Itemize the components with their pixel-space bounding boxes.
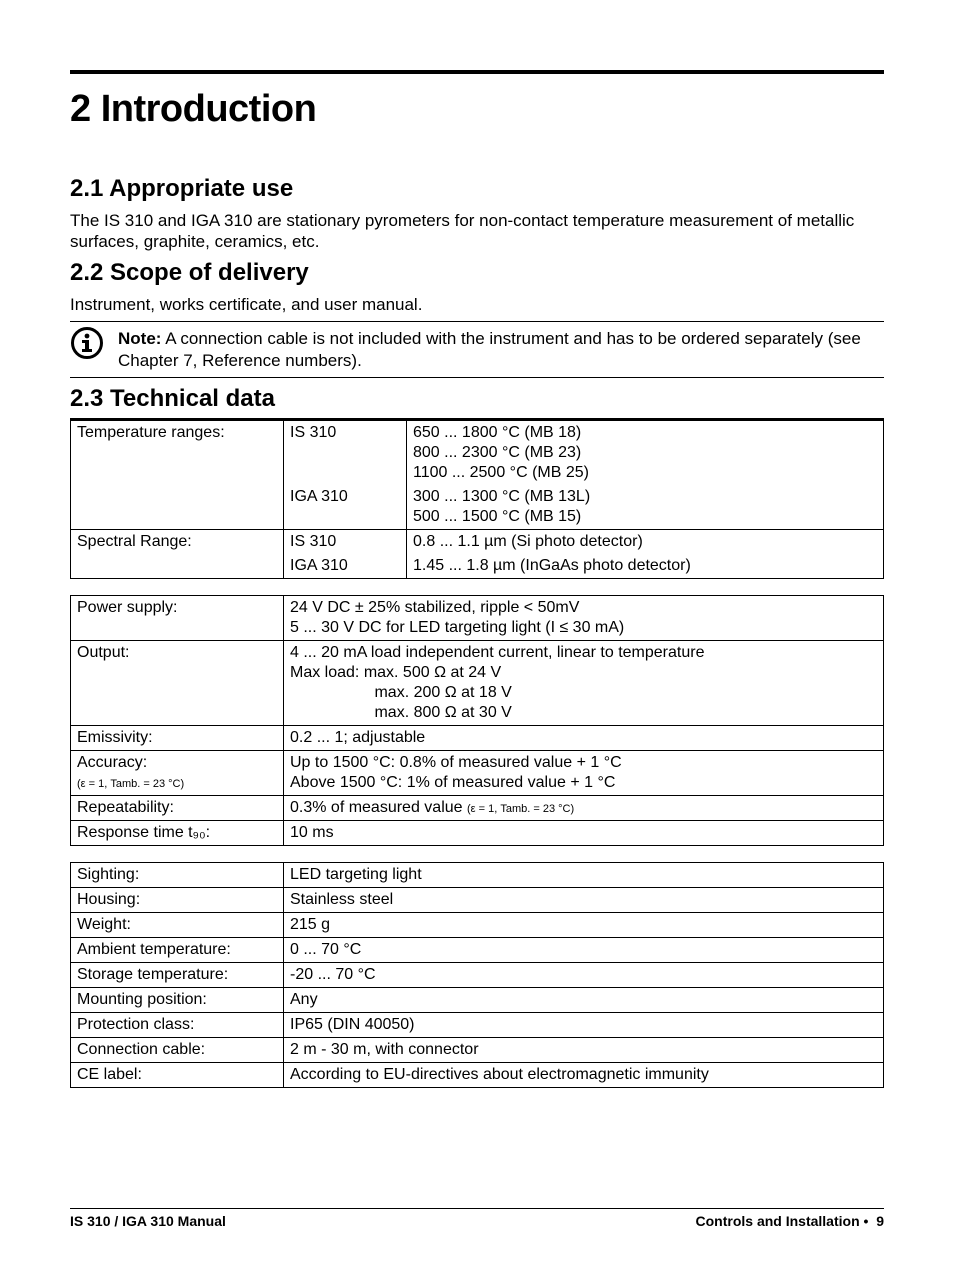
table-row-value: 2 m - 30 m, with connector (284, 1037, 884, 1062)
sub-is310: IS 310 (284, 420, 407, 485)
label-output: Output: (71, 640, 284, 725)
val-temp-is310: 650 ... 1800 °C (MB 18) 800 ... 2300 °C … (407, 420, 884, 485)
table-row-label: Connection cable: (71, 1037, 284, 1062)
label-accuracy: Accuracy: (ε = 1, Tamb. = 23 °C) (71, 750, 284, 795)
table-row-label: Weight: (71, 912, 284, 937)
label-emissivity: Emissivity: (71, 725, 284, 750)
table-row-value: 0 ... 70 °C (284, 937, 884, 962)
sub-iga310-2: IGA 310 (284, 554, 407, 579)
label-temperature-ranges: Temperature ranges: (71, 420, 284, 485)
table-row-label: Storage temperature: (71, 962, 284, 987)
label-repeatability: Repeatability: (71, 795, 284, 820)
sub-iga310: IGA 310 (284, 485, 407, 530)
val-accuracy: Up to 1500 °C: 0.8% of measured value + … (284, 750, 884, 795)
section-2-2-title: 2.2 Scope of delivery (70, 258, 884, 288)
table-row-value: According to EU-directives about electro… (284, 1062, 884, 1087)
technical-data-table-3: Sighting:LED targeting lightHousing:Stai… (70, 862, 884, 1088)
table-row-label: CE label: (71, 1062, 284, 1087)
note-text: Note: A connection cable is not included… (118, 328, 880, 371)
val-spectral-is310: 0.8 ... 1.1 µm (Si photo detector) (407, 529, 884, 554)
sub-is310-2: IS 310 (284, 529, 407, 554)
val-emissivity: 0.2 ... 1; adjustable (284, 725, 884, 750)
table-row-label: Sighting: (71, 862, 284, 887)
footer-right: Controls and Installation • 9 (696, 1213, 885, 1231)
section-2-2-text: Instrument, works certificate, and user … (70, 294, 884, 315)
table-row-label: Mounting position: (71, 987, 284, 1012)
section-2-1-text: The IS 310 and IGA 310 are stationary py… (70, 210, 884, 253)
table-row-label: Protection class: (71, 1012, 284, 1037)
table-row-value: -20 ... 70 °C (284, 962, 884, 987)
table-row-value: Any (284, 987, 884, 1012)
label-spectral-range: Spectral Range: (71, 529, 284, 554)
footer-left: IS 310 / IGA 310 Manual (70, 1213, 226, 1231)
table-row-value: 215 g (284, 912, 884, 937)
technical-data-table-1: Temperature ranges: IS 310 650 ... 1800 … (70, 420, 884, 579)
val-power-supply: 24 V DC ± 25% stabilized, ripple < 50mV … (284, 595, 884, 640)
table-row-value: LED targeting light (284, 862, 884, 887)
info-icon (70, 326, 104, 360)
section-2-1-title: 2.1 Appropriate use (70, 174, 884, 204)
table-row-value: Stainless steel (284, 887, 884, 912)
table-row-value: IP65 (DIN 40050) (284, 1012, 884, 1037)
val-response-time: 10 ms (284, 820, 884, 845)
val-output: 4 ... 20 mA load independent current, li… (284, 640, 884, 725)
label-power-supply: Power supply: (71, 595, 284, 640)
val-spectral-iga310: 1.45 ... 1.8 µm (InGaAs photo detector) (407, 554, 884, 579)
val-repeatability: 0.3% of measured value (ε = 1, Tamb. = 2… (284, 795, 884, 820)
table-row-label: Ambient temperature: (71, 937, 284, 962)
label-response-time: Response time t₉₀: (71, 820, 284, 845)
page-heading: 2 Introduction (70, 86, 884, 134)
table-row-label: Housing: (71, 887, 284, 912)
page-footer: IS 310 / IGA 310 Manual Controls and Ins… (70, 1208, 884, 1231)
val-temp-iga310: 300 ... 1300 °C (MB 13L) 500 ... 1500 °C… (407, 485, 884, 530)
section-2-3-title: 2.3 Technical data (70, 384, 884, 420)
note-box: Note: A connection cable is not included… (70, 321, 884, 378)
technical-data-table-2: Power supply: 24 V DC ± 25% stabilized, … (70, 595, 884, 846)
